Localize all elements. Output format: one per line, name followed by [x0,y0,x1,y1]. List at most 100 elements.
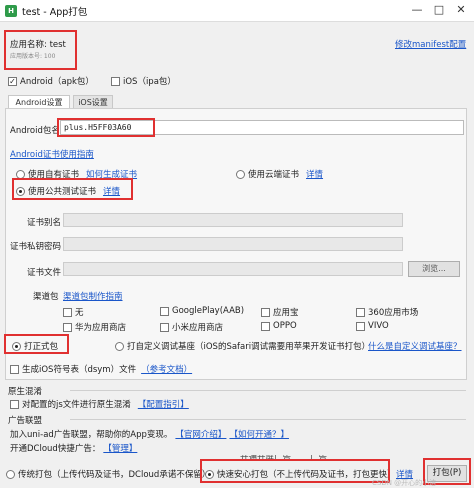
custom-base-label: 打自定义调试基座（iOS的Safari调试需要用苹果开发证书打包） [127,342,371,352]
tab-android-settings[interactable]: Android设置 [8,95,70,109]
channel-guide-link[interactable]: 渠道包制作指南 [63,290,123,302]
channel-checkbox[interactable] [261,321,270,331]
app-logo-icon: H [5,5,17,17]
modify-manifest-link[interactable]: 修改manifest配置 [395,38,466,50]
obfuscation-title: 原生混淆 [8,387,43,397]
obfuscation-label: 对配置的js文件进行原生混淆 [22,400,131,410]
how-to-generate-cert-link[interactable]: 如何生成证书 [86,168,137,180]
channel-option-label: 华为应用商店 [75,323,127,333]
window-titlebar: H test - App打包 — □ ✕ [0,0,474,22]
cloud-cert-option[interactable]: 使用云端证书 详情 [236,168,323,180]
divider [70,390,466,391]
android-platform-option[interactable]: Android（apk包） [8,75,94,87]
cloud-cert-detail-link[interactable]: 详情 [306,168,323,180]
channel-option-label: 小米应用商店 [172,323,224,333]
dsym-option[interactable]: 生成iOS符号表（dsym）文件 （参考文档） [10,363,192,375]
package-name-value: plus.H5FF03A60 [64,123,132,132]
ios-checkbox[interactable] [111,76,120,86]
safe-pack-option[interactable]: 快速安心打包（不上传代码及证书，打包更快） [205,468,396,480]
channel-checkbox[interactable] [356,307,365,317]
own-cert-option[interactable]: 使用自有证书 如何生成证书 [16,168,137,180]
channel-option[interactable]: OPPO [261,321,297,331]
custom-base-option[interactable]: 打自定义调试基座（iOS的Safari调试需要用苹果开发证书打包） [115,340,370,352]
dsym-ref-link[interactable]: （参考文档） [141,363,192,375]
channel-option-label: GooglePlay(AAB) [172,306,245,316]
cert-password-input[interactable] [63,237,403,251]
browse-button[interactable]: 浏览... [408,261,460,277]
obfuscation-checkbox[interactable] [10,399,19,409]
channel-option[interactable]: 无 [63,306,84,318]
cert-password-label: 证书私钥密码 [10,242,62,252]
watermark: CSDN @开心的小洁 [372,479,437,487]
close-icon[interactable]: ✕ [454,3,468,17]
minimize-icon[interactable]: — [410,3,424,17]
cloud-cert-radio[interactable] [236,169,245,179]
cert-file-input[interactable] [63,262,403,276]
ads-open-text: 开通DCloud快捷广告： [10,444,101,454]
channel-checkbox[interactable] [160,306,169,316]
own-cert-label: 使用自有证书 [28,170,80,180]
channel-checkbox[interactable] [160,322,169,332]
channel-option[interactable]: 360应用市场 [356,306,418,318]
channel-option[interactable]: GooglePlay(AAB) [160,306,244,316]
channel-checkbox[interactable] [356,321,365,331]
ads-join-row: 加入uni-ad广告联盟，帮助你的App变现。 【官网介绍】 【如何开通？】 [10,428,289,440]
formal-build-option[interactable]: 打正式包 [12,340,58,352]
android-platform-label: Android（apk包） [20,77,94,87]
traditional-pack-option[interactable]: 传统打包（上传代码及证书，DCloud承诺不保留） [6,468,210,480]
public-cert-radio[interactable] [16,186,25,196]
ads-open-row: 开通DCloud快捷广告： 【管理】 [10,442,137,454]
package-name-input[interactable]: plus.H5FF03A60 [60,120,464,135]
formal-build-label: 打正式包 [24,342,59,352]
formal-build-radio[interactable] [12,341,21,351]
channel-option-label: VIVO [368,321,389,331]
custom-base-radio[interactable] [115,341,124,351]
channel-option[interactable]: 华为应用商店 [63,321,126,333]
safe-pack-label: 快速安心打包（不上传代码及证书，打包更快） [217,470,396,480]
ads-title: 广告联盟 [8,416,43,426]
window-title: test - App打包 [22,7,88,18]
app-version-label: 应用版本号: 100 [10,53,56,60]
app-name-label: 应用名称: test [10,40,66,50]
divider [70,419,466,420]
traditional-pack-label: 传统打包（上传代码及证书，DCloud承诺不保留） [18,470,211,480]
cloud-cert-label: 使用云端证书 [248,170,300,180]
tab-ios-settings[interactable]: iOS设置 [73,95,113,109]
ads-official-intro-link[interactable]: 【官网介绍】 [175,428,226,440]
cert-guide-link[interactable]: Android证书使用指南 [10,148,94,160]
ads-how-to-open-link[interactable]: 【如何开通？】 [229,428,289,440]
custom-base-help-link[interactable]: 什么是自定义调试基座？ [368,340,462,352]
obfuscation-option[interactable]: 对配置的js文件进行原生混淆 【配置指引】 [10,398,189,410]
dsym-label: 生成iOS符号表（dsym）文件 [22,365,137,375]
channel-checkbox[interactable] [63,307,72,317]
ios-platform-option[interactable]: iOS（ipa包） [111,75,176,87]
channel-option-label: OPPO [273,321,297,331]
highlight-app-info [4,30,77,70]
channel-option[interactable]: 小米应用商店 [160,321,223,333]
ads-join-text: 加入uni-ad广告联盟，帮助你的App变现。 [10,430,173,440]
channel-option-label: 应用宝 [273,308,299,318]
own-cert-radio[interactable] [16,169,25,179]
channel-package-label: 渠道包 [33,292,59,302]
channel-option-label: 360应用市场 [368,308,419,318]
ads-manage-link[interactable]: 【管理】 [103,442,137,454]
dsym-checkbox[interactable] [10,364,19,374]
public-cert-detail-link[interactable]: 详情 [103,185,120,197]
android-checkbox[interactable] [8,76,17,86]
package-name-label: Android包名 [10,126,60,136]
traditional-pack-radio[interactable] [6,469,15,479]
cert-alias-input[interactable] [63,213,403,227]
channel-option[interactable]: 应用宝 [261,306,299,318]
channel-checkbox[interactable] [261,307,270,317]
public-cert-label: 使用公共测试证书 [28,187,97,197]
cert-alias-label: 证书别名 [27,218,62,228]
public-cert-option[interactable]: 使用公共测试证书 详情 [16,185,120,197]
channel-checkbox[interactable] [63,322,72,332]
maximize-icon[interactable]: □ [432,3,446,17]
channel-option-label: 无 [75,308,84,318]
obfuscation-config-link[interactable]: 【配置指引】 [138,398,189,410]
channel-option[interactable]: VIVO [356,321,389,331]
ios-platform-label: iOS（ipa包） [123,77,176,87]
cert-file-label: 证书文件 [27,268,62,278]
safe-pack-radio[interactable] [205,469,214,479]
